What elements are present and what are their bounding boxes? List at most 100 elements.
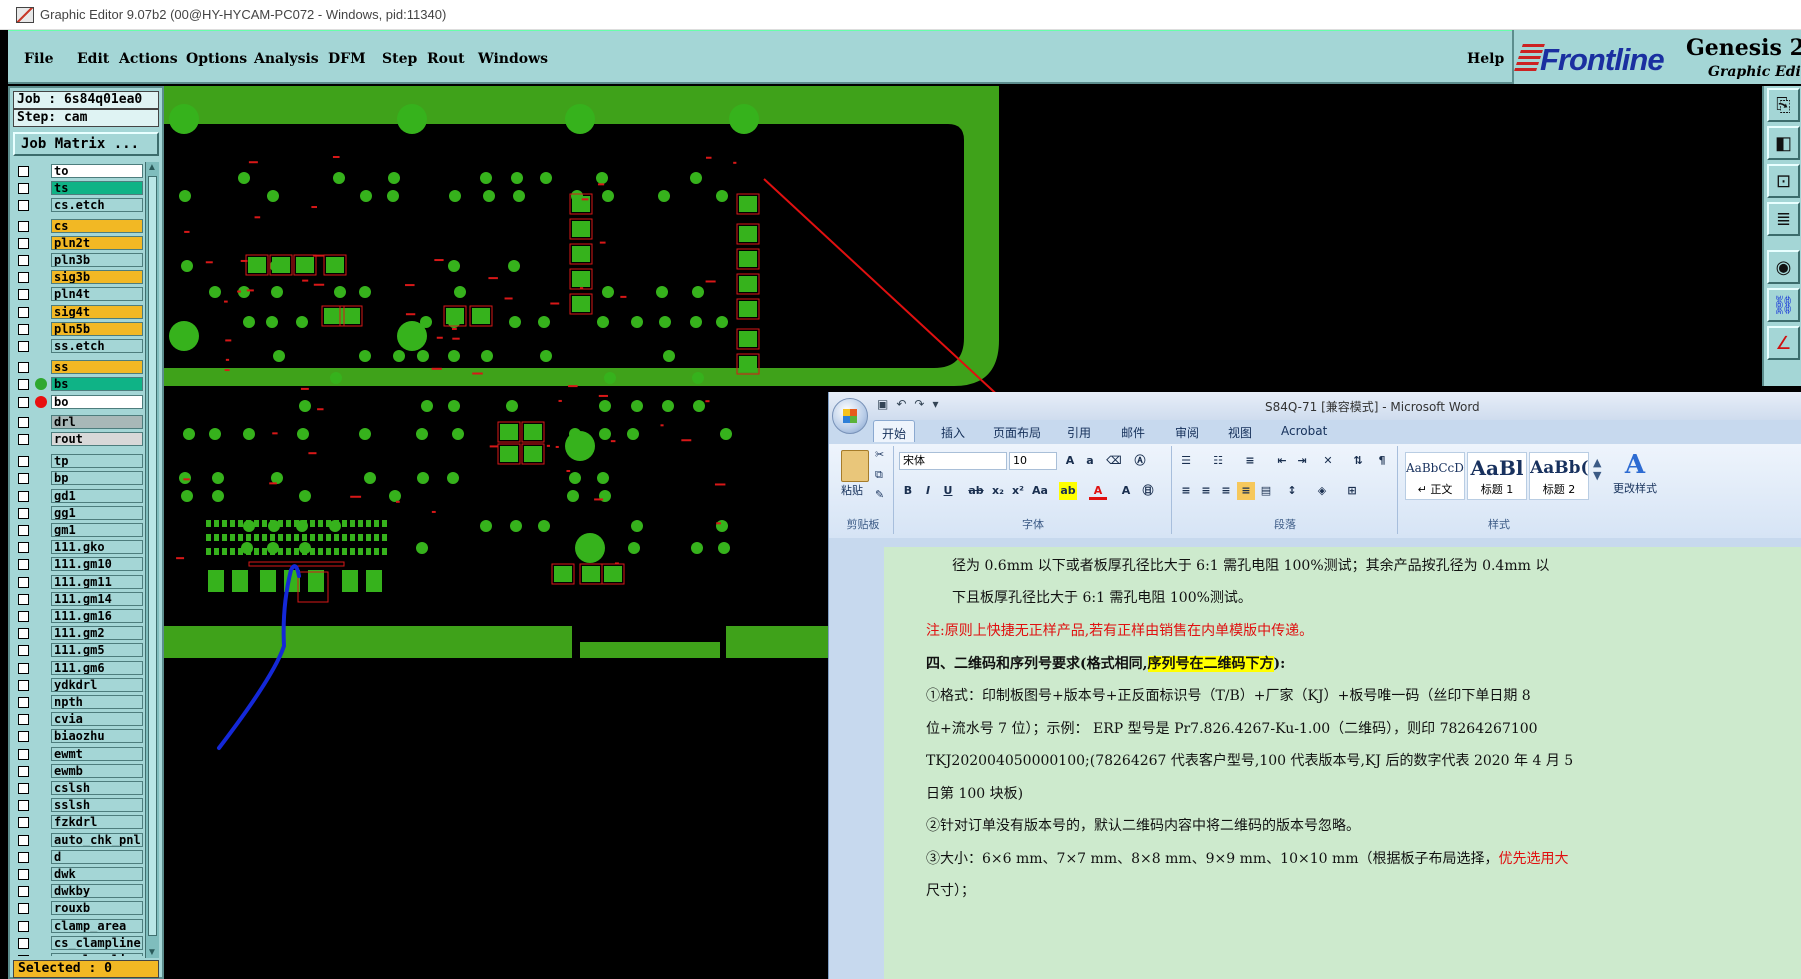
shrink-font-icon[interactable]: a — [1081, 452, 1099, 470]
cut-icon[interactable]: ✂ — [875, 448, 884, 461]
layer-checkbox[interactable] — [18, 416, 29, 428]
scroll-up-arrow-icon[interactable]: ▲ — [147, 162, 157, 173]
layer-row[interactable]: 111.gm11 — [13, 574, 143, 590]
layer-row[interactable]: auto_chk_pnl — [13, 832, 143, 848]
layer-checkbox[interactable] — [18, 379, 29, 391]
menu-actions[interactable]: Actions — [119, 51, 178, 67]
layer-checkbox[interactable] — [18, 490, 29, 502]
layer-row[interactable]: clamp_area — [13, 918, 143, 934]
layer-name[interactable]: ss — [51, 360, 143, 375]
menu-windows[interactable]: Windows — [478, 51, 548, 67]
layer-checkbox[interactable] — [18, 937, 29, 949]
layer-checkbox[interactable] — [18, 542, 29, 554]
layer-checkbox[interactable] — [18, 611, 29, 622]
layer-row[interactable]: ewmt — [13, 746, 143, 762]
align-left-icon[interactable]: ≡ — [1177, 482, 1195, 500]
layer-display-dot-icon[interactable] — [35, 378, 47, 391]
layer-row[interactable]: rouxb — [13, 901, 143, 916]
layer-name[interactable]: 111.gm10 — [51, 557, 143, 572]
layer-name[interactable]: dwk — [51, 867, 143, 881]
underline-icon[interactable]: U — [939, 482, 957, 500]
layer-row[interactable]: cs.etch — [13, 198, 143, 213]
layer-name[interactable]: pln5b — [51, 321, 143, 336]
layer-name[interactable]: sslsh — [51, 798, 143, 813]
clear-format-icon[interactable]: ⌫ — [1105, 452, 1123, 470]
layer-checkbox[interactable] — [18, 220, 29, 232]
network-tool-icon[interactable]: ⛓ — [1767, 288, 1800, 322]
layer-row[interactable]: 111.gm2 — [13, 626, 143, 641]
subscript-icon[interactable]: x₂ — [989, 482, 1007, 500]
style-normal[interactable]: AaBbCcDc ↵ 正文 — [1405, 452, 1465, 500]
layer-row[interactable]: 111.gm10 — [13, 557, 143, 572]
tab-home[interactable]: 开始 — [873, 420, 916, 442]
layer-row[interactable]: 111.gm16 — [13, 609, 143, 624]
layer-name[interactable]: bo — [51, 394, 143, 409]
layer-name[interactable]: gg1 — [51, 505, 143, 520]
font-size-combo[interactable]: 10 — [1009, 452, 1057, 470]
layer-checkbox[interactable] — [18, 645, 29, 657]
layer-checkbox[interactable] — [18, 817, 29, 829]
format-painter-icon[interactable]: ✎ — [875, 488, 884, 501]
layer-row[interactable]: pln3b — [13, 253, 143, 268]
asian-layout-icon[interactable]: ✕ — [1319, 452, 1337, 470]
layer-checkbox[interactable] — [18, 362, 29, 374]
layer-checkbox[interactable] — [18, 576, 29, 588]
multilevel-list-icon[interactable]: ≡ — [1241, 452, 1259, 470]
layer-row[interactable]: 111.gm14 — [13, 591, 143, 607]
layer-checkbox[interactable] — [18, 473, 29, 485]
layer-row[interactable]: 111.gm5 — [13, 643, 143, 658]
layer-name[interactable]: sig3b — [51, 270, 143, 285]
layer-name[interactable]: ewmb — [51, 763, 143, 778]
layer-checkbox[interactable] — [18, 323, 29, 335]
char-shading-icon[interactable]: A — [1117, 482, 1135, 500]
layer-row[interactable]: dwkby — [13, 884, 143, 899]
layer-name[interactable]: ss_clampline — [51, 953, 143, 956]
decrease-indent-icon[interactable]: ⇤ — [1273, 452, 1291, 470]
font-color-icon[interactable]: A — [1089, 482, 1107, 500]
layer-checkbox[interactable] — [18, 237, 29, 249]
layer-checkbox[interactable] — [18, 456, 29, 468]
layer-name[interactable]: pln3b — [51, 253, 143, 267]
zoom-window-icon[interactable]: ◧ — [1767, 126, 1800, 160]
superscript-icon[interactable]: x² — [1009, 482, 1027, 500]
layer-name[interactable]: pln4t — [51, 287, 143, 302]
layer-name[interactable]: gm1 — [51, 523, 143, 537]
layer-row[interactable]: bp — [13, 471, 143, 486]
layer-name[interactable]: 111.gm16 — [51, 609, 143, 623]
layer-checkbox[interactable] — [18, 748, 29, 760]
layer-name[interactable]: 111.gko — [51, 540, 143, 555]
layer-name[interactable]: ss.etch — [51, 339, 143, 353]
layer-name[interactable]: bs — [51, 377, 143, 392]
layer-name[interactable]: cs.etch — [51, 198, 143, 213]
layer-checkbox[interactable] — [18, 679, 29, 691]
layer-row[interactable]: ewmb — [13, 763, 143, 779]
align-right-icon[interactable]: ≡ — [1217, 482, 1235, 500]
layer-name[interactable]: ydkdrl — [51, 677, 143, 692]
layer-name[interactable]: cvia — [51, 712, 143, 727]
menu-rout[interactable]: Rout — [427, 51, 465, 67]
layer-checkbox[interactable] — [18, 306, 29, 318]
layer-row[interactable]: cslsh — [13, 781, 143, 796]
menu-edit[interactable]: Edit — [77, 51, 109, 67]
layer-checkbox[interactable] — [18, 166, 29, 177]
layer-row[interactable]: to — [13, 164, 143, 179]
style-heading-1[interactable]: AaBl 标题 1 — [1467, 452, 1527, 500]
layer-checkbox[interactable] — [18, 272, 29, 284]
layer-name[interactable]: npth — [51, 695, 143, 709]
layer-row[interactable]: 111.gm6 — [13, 660, 143, 676]
layer-row[interactable]: npth — [13, 695, 143, 710]
clipboard-tool-icon[interactable]: ⎘ — [1767, 88, 1800, 122]
layer-checkbox[interactable] — [18, 903, 29, 915]
tab-review[interactable]: 审阅 — [1175, 424, 1199, 441]
italic-icon[interactable]: I — [919, 482, 937, 500]
layer-name[interactable]: sig4t — [51, 304, 143, 319]
menu-step[interactable]: Step — [382, 51, 417, 67]
layer-row[interactable]: ss_clampline — [13, 953, 143, 956]
style-heading-2[interactable]: AaBb( 标题 2 — [1529, 452, 1589, 500]
layer-name[interactable]: cs — [51, 218, 143, 233]
scroll-down-arrow-icon[interactable]: ▼ — [147, 947, 157, 958]
layer-checkbox[interactable] — [18, 255, 29, 266]
layer-list-scrollbar[interactable]: ▲ ▼ — [145, 162, 159, 958]
layer-name[interactable]: ewmt — [51, 746, 143, 761]
layers-tool-icon[interactable]: ≣ — [1767, 202, 1800, 236]
